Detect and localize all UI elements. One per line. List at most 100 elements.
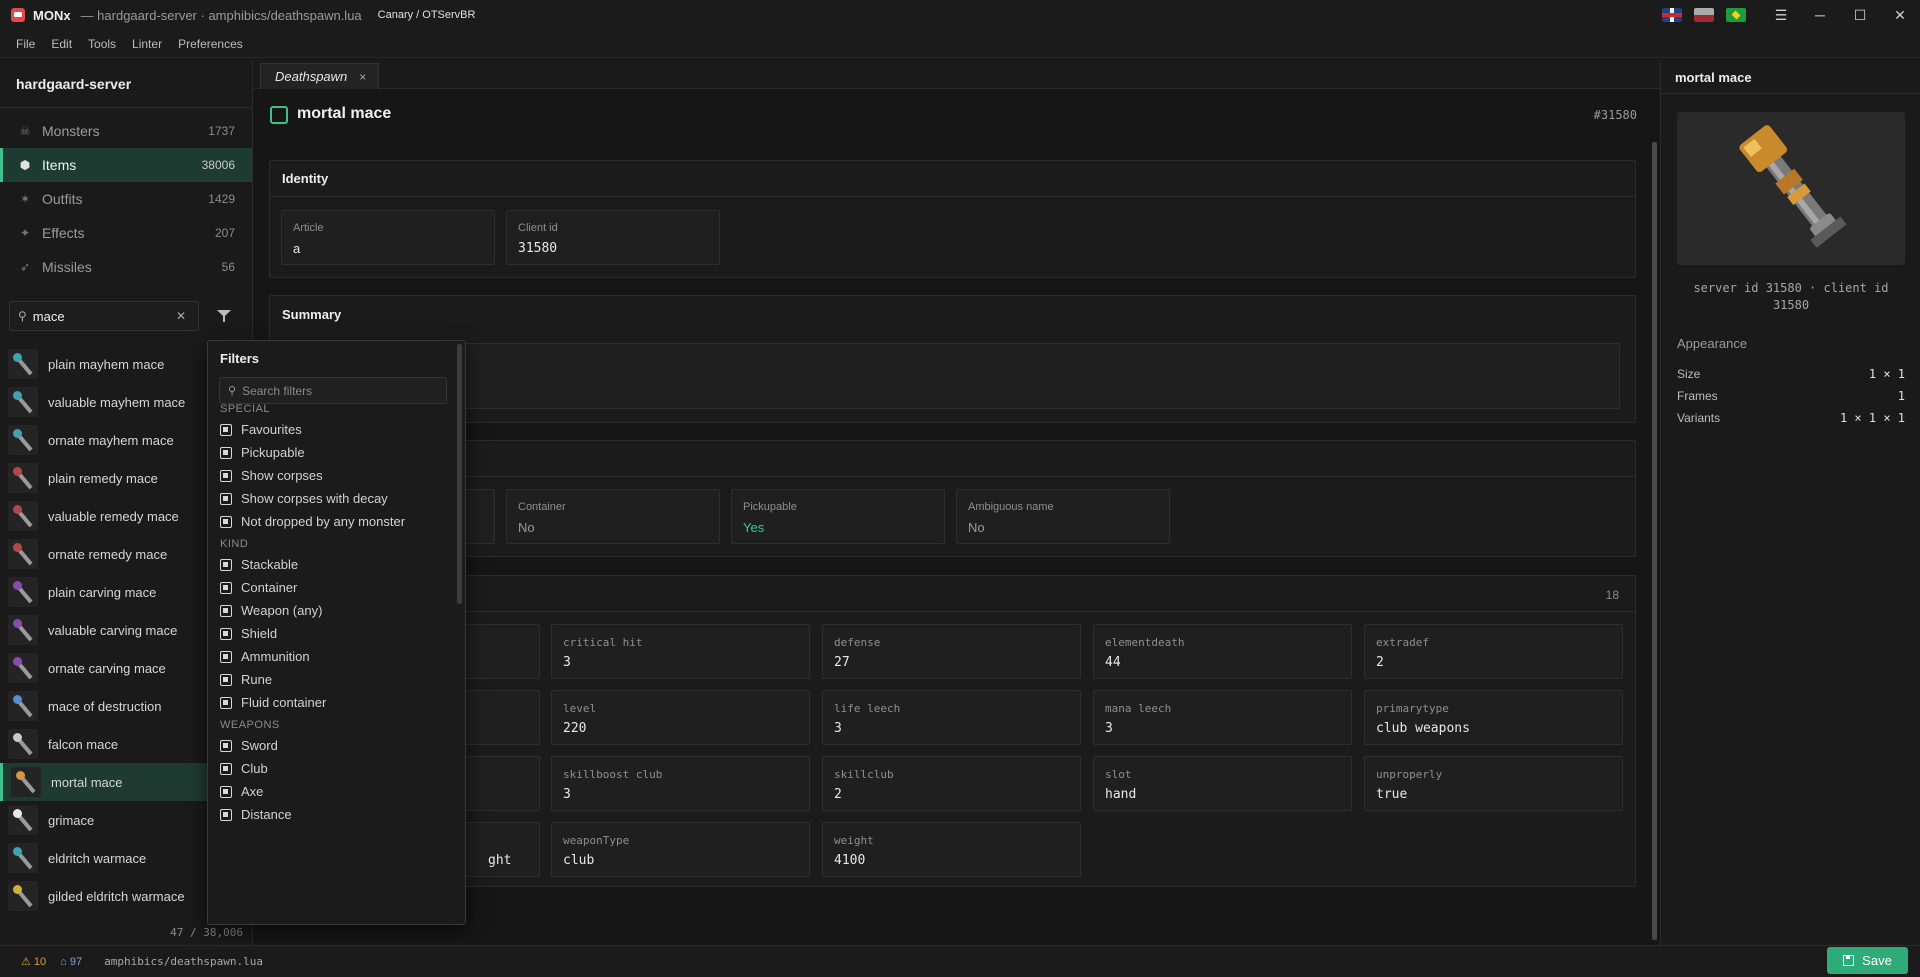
filter-sword[interactable]: Sword [220, 738, 278, 753]
checkbox[interactable] [220, 808, 232, 821]
inspector-panel: mortal mace server id 31580 · client id … [1660, 59, 1920, 945]
sidebar-item-monsters[interactable]: ☠ Monsters 1737 [0, 114, 252, 148]
filter-label: Container [241, 580, 298, 595]
filter-ammunition[interactable]: Ammunition [220, 649, 310, 664]
attribute-field[interactable]: defense 27 [822, 624, 1081, 679]
checkbox[interactable] [220, 627, 232, 640]
filter-search-input[interactable] [242, 383, 433, 398]
attribute-field[interactable]: level 220 [551, 690, 810, 745]
menu-edit[interactable]: Edit [43, 37, 80, 51]
attribute-field[interactable]: skillclub 2 [822, 756, 1081, 811]
checkbox[interactable] [220, 673, 232, 686]
checkbox[interactable] [220, 581, 232, 594]
close-window-button[interactable]: ✕ [1885, 4, 1915, 26]
attribute-field[interactable]: extradef 2 [1364, 624, 1623, 679]
filter-section-weapons: WEAPONS [220, 719, 280, 731]
menu-tools[interactable]: Tools [80, 37, 124, 51]
attribute-field[interactable]: weight 4100 [822, 822, 1081, 877]
save-button[interactable]: Save [1827, 947, 1908, 974]
close-tab-icon[interactable]: × [359, 70, 366, 84]
checkbox[interactable] [220, 696, 232, 709]
ambiguous-name-field[interactable]: Ambiguous name No [956, 489, 1170, 544]
client-id-field[interactable]: Client id 31580 [506, 210, 720, 265]
attribute-field[interactable]: elementdeath 44 [1093, 624, 1352, 679]
br-flag-icon[interactable] [1726, 8, 1746, 22]
sidebar-item-effects[interactable]: ✦ Effects 207 [0, 216, 252, 250]
pl-flag-icon[interactable] [1694, 8, 1714, 22]
sidebar-item-outfits[interactable]: ✶ Outfits 1429 [0, 182, 252, 216]
sidebar-item-missiles[interactable]: ➶ Missiles 56 [0, 250, 252, 284]
filter-fluid-container[interactable]: Fluid container [220, 695, 326, 710]
field-value: Yes [743, 520, 765, 535]
filter-not-dropped[interactable]: Not dropped by any monster [220, 514, 405, 529]
file-path: amphibics/deathspawn.lua [104, 955, 264, 968]
attribute-field[interactable]: unproperly true [1364, 756, 1623, 811]
sparkle-icon: ✦ [19, 226, 31, 240]
attribute-field[interactable]: critical hit 3 [551, 624, 810, 679]
filter-axe[interactable]: Axe [220, 784, 263, 799]
filter-label: Distance [241, 807, 292, 822]
container-field[interactable]: Container No [506, 489, 720, 544]
attribute-field[interactable]: slot hand [1093, 756, 1352, 811]
item-sprite-icon [8, 501, 38, 531]
checkbox[interactable] [220, 515, 232, 528]
checkbox[interactable] [220, 469, 232, 482]
filter-label: Show corpses with decay [241, 491, 388, 506]
attribute-field[interactable]: primarytype club weapons [1364, 690, 1623, 745]
checkbox[interactable] [220, 446, 232, 459]
attribute-field[interactable]: weaponType club [551, 822, 810, 877]
field-value: 3 [563, 787, 571, 802]
attribute-field[interactable]: skillboost club 3 [551, 756, 810, 811]
scrollbar[interactable] [1652, 142, 1657, 940]
checkbox[interactable] [220, 492, 232, 505]
cube-icon: ⬢ [19, 158, 31, 172]
checkbox[interactable] [220, 785, 232, 798]
filter-favourites[interactable]: Favourites [220, 422, 302, 437]
filter-shield[interactable]: Shield [220, 626, 277, 641]
attribute-field[interactable]: mana leech 3 [1093, 690, 1352, 745]
search-input[interactable] [32, 308, 163, 324]
tab-deathspawn[interactable]: Deathspawn × [260, 63, 380, 89]
filter-show-corpses[interactable]: Show corpses [220, 468, 323, 483]
list-item-label: plain remedy mace [48, 470, 158, 486]
filter-pickupable[interactable]: Pickupable [220, 445, 305, 460]
checkbox[interactable] [220, 604, 232, 617]
list-item-label: falcon mace [48, 736, 119, 752]
sidebar-item-items[interactable]: ⬢ Items 38006 [0, 148, 252, 182]
person-icon: ✶ [19, 192, 31, 206]
save-label: Save [1862, 953, 1892, 968]
maximize-button[interactable]: ☐ [1845, 4, 1875, 26]
pickupable-field[interactable]: Pickupable Yes [731, 489, 945, 544]
filter-club[interactable]: Club [220, 761, 268, 776]
hamburger-menu-icon[interactable]: ☰ [1766, 4, 1796, 26]
category-count: 1737 [208, 124, 235, 138]
field-label: Client id [518, 222, 558, 234]
checkbox[interactable] [220, 558, 232, 571]
checkbox[interactable] [220, 739, 232, 752]
article-field[interactable]: Article a [281, 210, 495, 265]
checkbox[interactable] [220, 423, 232, 436]
prop-variants: Variants 1 × 1 × 1 [1677, 411, 1905, 425]
filter-stackable[interactable]: Stackable [220, 557, 298, 572]
warning-count[interactable]: ⚠ 10 [21, 955, 46, 968]
filter-container[interactable]: Container [220, 580, 297, 595]
menu-preferences[interactable]: Preferences [170, 37, 251, 51]
info-count[interactable]: ⌂ 97 [60, 956, 82, 968]
category-count: 38006 [201, 158, 235, 172]
filter-show-corpses-decay[interactable]: Show corpses with decay [220, 491, 388, 506]
clear-search-icon[interactable]: ✕ [176, 309, 186, 323]
filter-icon[interactable] [216, 308, 232, 324]
search-box: ⚲ ✕ [9, 301, 199, 331]
menu-file[interactable]: File [8, 37, 43, 51]
filter-distance[interactable]: Distance [220, 807, 292, 822]
filter-rune[interactable]: Rune [220, 672, 272, 687]
checkbox[interactable] [220, 762, 232, 775]
minimize-button[interactable]: ─ [1805, 4, 1835, 26]
menu-linter[interactable]: Linter [124, 37, 170, 51]
uk-flag-icon[interactable] [1662, 8, 1682, 22]
scrollbar[interactable] [457, 344, 462, 604]
filter-weapon-any[interactable]: Weapon (any) [220, 603, 322, 618]
item-sprite-icon [8, 653, 38, 683]
checkbox[interactable] [220, 650, 232, 663]
attribute-field[interactable]: life leech 3 [822, 690, 1081, 745]
